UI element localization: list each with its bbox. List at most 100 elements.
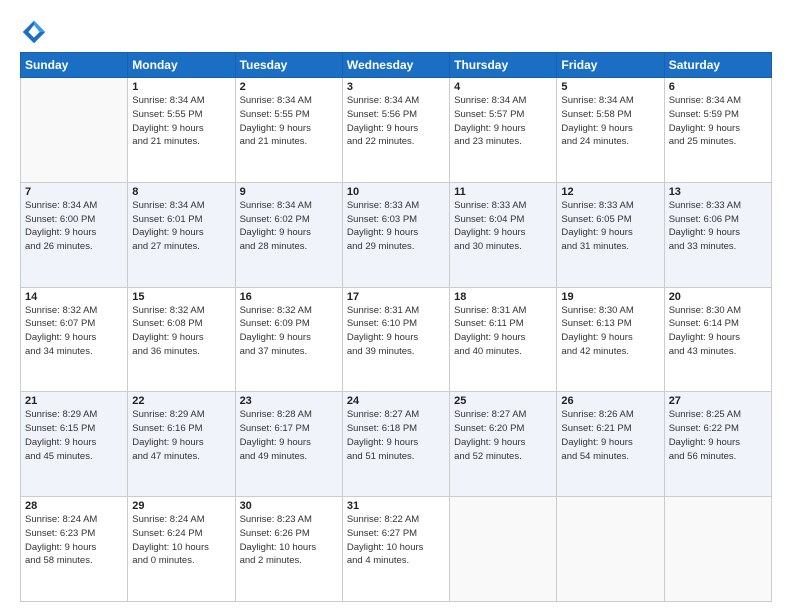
weekday-header-sunday: Sunday — [21, 53, 128, 78]
calendar-cell: 21Sunrise: 8:29 AM Sunset: 6:15 PM Dayli… — [21, 392, 128, 497]
day-number: 22 — [132, 395, 230, 407]
weekday-header-tuesday: Tuesday — [235, 53, 342, 78]
weekday-header-thursday: Thursday — [450, 53, 557, 78]
day-number: 13 — [669, 186, 767, 198]
day-number: 8 — [132, 186, 230, 198]
calendar-header-row: SundayMondayTuesdayWednesdayThursdayFrid… — [21, 53, 772, 78]
day-number: 15 — [132, 291, 230, 303]
day-info: Sunrise: 8:34 AM Sunset: 5:55 PM Dayligh… — [240, 94, 338, 149]
day-info: Sunrise: 8:34 AM Sunset: 6:00 PM Dayligh… — [25, 199, 123, 254]
day-number: 31 — [347, 500, 445, 512]
calendar-cell — [557, 497, 664, 602]
day-number: 2 — [240, 81, 338, 93]
day-number: 10 — [347, 186, 445, 198]
day-info: Sunrise: 8:34 AM Sunset: 5:59 PM Dayligh… — [669, 94, 767, 149]
day-number: 24 — [347, 395, 445, 407]
day-info: Sunrise: 8:23 AM Sunset: 6:26 PM Dayligh… — [240, 513, 338, 568]
day-number: 18 — [454, 291, 552, 303]
day-info: Sunrise: 8:27 AM Sunset: 6:18 PM Dayligh… — [347, 408, 445, 463]
calendar-cell: 18Sunrise: 8:31 AM Sunset: 6:11 PM Dayli… — [450, 287, 557, 392]
calendar-cell: 9Sunrise: 8:34 AM Sunset: 6:02 PM Daylig… — [235, 182, 342, 287]
calendar-cell: 17Sunrise: 8:31 AM Sunset: 6:10 PM Dayli… — [342, 287, 449, 392]
calendar-cell: 1Sunrise: 8:34 AM Sunset: 5:55 PM Daylig… — [128, 78, 235, 183]
day-number: 23 — [240, 395, 338, 407]
day-number: 29 — [132, 500, 230, 512]
day-info: Sunrise: 8:26 AM Sunset: 6:21 PM Dayligh… — [561, 408, 659, 463]
day-number: 21 — [25, 395, 123, 407]
calendar-cell: 7Sunrise: 8:34 AM Sunset: 6:00 PM Daylig… — [21, 182, 128, 287]
day-number: 5 — [561, 81, 659, 93]
day-info: Sunrise: 8:34 AM Sunset: 6:02 PM Dayligh… — [240, 199, 338, 254]
calendar-cell: 26Sunrise: 8:26 AM Sunset: 6:21 PM Dayli… — [557, 392, 664, 497]
calendar-cell: 10Sunrise: 8:33 AM Sunset: 6:03 PM Dayli… — [342, 182, 449, 287]
weekday-header-saturday: Saturday — [664, 53, 771, 78]
page: SundayMondayTuesdayWednesdayThursdayFrid… — [0, 0, 792, 612]
logo — [20, 18, 50, 46]
day-number: 6 — [669, 81, 767, 93]
day-number: 9 — [240, 186, 338, 198]
day-info: Sunrise: 8:25 AM Sunset: 6:22 PM Dayligh… — [669, 408, 767, 463]
calendar-cell: 13Sunrise: 8:33 AM Sunset: 6:06 PM Dayli… — [664, 182, 771, 287]
day-info: Sunrise: 8:34 AM Sunset: 5:55 PM Dayligh… — [132, 94, 230, 149]
calendar-cell: 29Sunrise: 8:24 AM Sunset: 6:24 PM Dayli… — [128, 497, 235, 602]
day-info: Sunrise: 8:30 AM Sunset: 6:14 PM Dayligh… — [669, 304, 767, 359]
day-info: Sunrise: 8:22 AM Sunset: 6:27 PM Dayligh… — [347, 513, 445, 568]
calendar-cell: 31Sunrise: 8:22 AM Sunset: 6:27 PM Dayli… — [342, 497, 449, 602]
day-number: 7 — [25, 186, 123, 198]
day-number: 25 — [454, 395, 552, 407]
day-number: 26 — [561, 395, 659, 407]
calendar-cell: 15Sunrise: 8:32 AM Sunset: 6:08 PM Dayli… — [128, 287, 235, 392]
day-info: Sunrise: 8:30 AM Sunset: 6:13 PM Dayligh… — [561, 304, 659, 359]
day-info: Sunrise: 8:28 AM Sunset: 6:17 PM Dayligh… — [240, 408, 338, 463]
calendar-cell: 6Sunrise: 8:34 AM Sunset: 5:59 PM Daylig… — [664, 78, 771, 183]
day-number: 14 — [25, 291, 123, 303]
calendar-cell: 11Sunrise: 8:33 AM Sunset: 6:04 PM Dayli… — [450, 182, 557, 287]
day-info: Sunrise: 8:33 AM Sunset: 6:05 PM Dayligh… — [561, 199, 659, 254]
day-number: 11 — [454, 186, 552, 198]
day-info: Sunrise: 8:24 AM Sunset: 6:24 PM Dayligh… — [132, 513, 230, 568]
calendar-week-row: 28Sunrise: 8:24 AM Sunset: 6:23 PM Dayli… — [21, 497, 772, 602]
calendar-week-row: 1Sunrise: 8:34 AM Sunset: 5:55 PM Daylig… — [21, 78, 772, 183]
day-info: Sunrise: 8:31 AM Sunset: 6:11 PM Dayligh… — [454, 304, 552, 359]
day-number: 17 — [347, 291, 445, 303]
day-number: 4 — [454, 81, 552, 93]
calendar-cell: 24Sunrise: 8:27 AM Sunset: 6:18 PM Dayli… — [342, 392, 449, 497]
day-info: Sunrise: 8:32 AM Sunset: 6:09 PM Dayligh… — [240, 304, 338, 359]
calendar-cell: 4Sunrise: 8:34 AM Sunset: 5:57 PM Daylig… — [450, 78, 557, 183]
calendar-cell: 27Sunrise: 8:25 AM Sunset: 6:22 PM Dayli… — [664, 392, 771, 497]
calendar-cell: 5Sunrise: 8:34 AM Sunset: 5:58 PM Daylig… — [557, 78, 664, 183]
day-number: 30 — [240, 500, 338, 512]
day-number: 20 — [669, 291, 767, 303]
day-info: Sunrise: 8:34 AM Sunset: 5:58 PM Dayligh… — [561, 94, 659, 149]
calendar-cell: 23Sunrise: 8:28 AM Sunset: 6:17 PM Dayli… — [235, 392, 342, 497]
day-info: Sunrise: 8:34 AM Sunset: 6:01 PM Dayligh… — [132, 199, 230, 254]
calendar-cell: 19Sunrise: 8:30 AM Sunset: 6:13 PM Dayli… — [557, 287, 664, 392]
calendar-cell: 22Sunrise: 8:29 AM Sunset: 6:16 PM Dayli… — [128, 392, 235, 497]
calendar-cell: 8Sunrise: 8:34 AM Sunset: 6:01 PM Daylig… — [128, 182, 235, 287]
calendar-cell: 20Sunrise: 8:30 AM Sunset: 6:14 PM Dayli… — [664, 287, 771, 392]
day-number: 3 — [347, 81, 445, 93]
day-info: Sunrise: 8:33 AM Sunset: 6:04 PM Dayligh… — [454, 199, 552, 254]
day-info: Sunrise: 8:29 AM Sunset: 6:15 PM Dayligh… — [25, 408, 123, 463]
day-info: Sunrise: 8:27 AM Sunset: 6:20 PM Dayligh… — [454, 408, 552, 463]
day-number: 27 — [669, 395, 767, 407]
logo-icon — [20, 18, 48, 46]
calendar-cell: 2Sunrise: 8:34 AM Sunset: 5:55 PM Daylig… — [235, 78, 342, 183]
calendar-table: SundayMondayTuesdayWednesdayThursdayFrid… — [20, 52, 772, 602]
day-number: 1 — [132, 81, 230, 93]
calendar-cell: 25Sunrise: 8:27 AM Sunset: 6:20 PM Dayli… — [450, 392, 557, 497]
weekday-header-wednesday: Wednesday — [342, 53, 449, 78]
calendar-cell: 28Sunrise: 8:24 AM Sunset: 6:23 PM Dayli… — [21, 497, 128, 602]
calendar-cell: 14Sunrise: 8:32 AM Sunset: 6:07 PM Dayli… — [21, 287, 128, 392]
day-info: Sunrise: 8:32 AM Sunset: 6:07 PM Dayligh… — [25, 304, 123, 359]
day-number: 16 — [240, 291, 338, 303]
day-info: Sunrise: 8:31 AM Sunset: 6:10 PM Dayligh… — [347, 304, 445, 359]
weekday-header-monday: Monday — [128, 53, 235, 78]
day-info: Sunrise: 8:29 AM Sunset: 6:16 PM Dayligh… — [132, 408, 230, 463]
calendar-cell: 16Sunrise: 8:32 AM Sunset: 6:09 PM Dayli… — [235, 287, 342, 392]
calendar-cell: 12Sunrise: 8:33 AM Sunset: 6:05 PM Dayli… — [557, 182, 664, 287]
calendar-cell — [664, 497, 771, 602]
day-info: Sunrise: 8:34 AM Sunset: 5:56 PM Dayligh… — [347, 94, 445, 149]
calendar-cell: 30Sunrise: 8:23 AM Sunset: 6:26 PM Dayli… — [235, 497, 342, 602]
weekday-header-friday: Friday — [557, 53, 664, 78]
